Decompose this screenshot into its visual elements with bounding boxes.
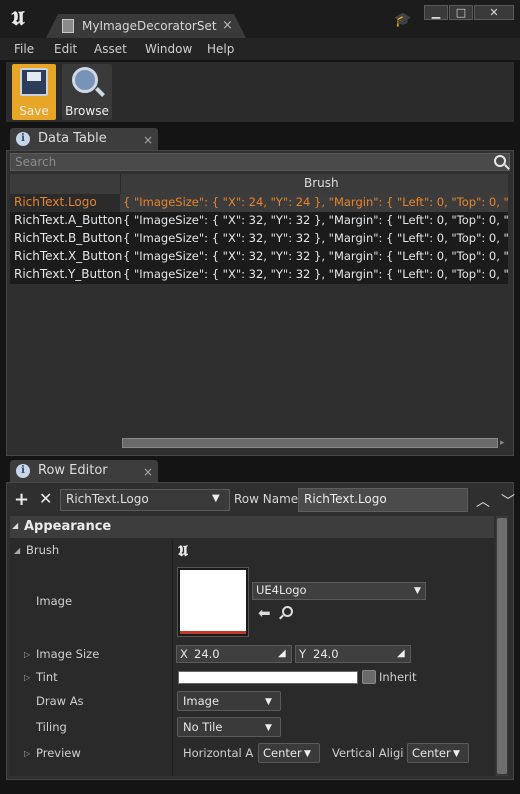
image-size-y-label: Y [299, 647, 307, 661]
row-name-value: RichText.Logo [304, 492, 387, 506]
draw-as-value: Image [183, 694, 220, 708]
prop-preview-label: Preview [36, 746, 81, 760]
collapse-arrow-icon[interactable]: ◢ [14, 546, 20, 555]
search-icon[interactable] [494, 155, 506, 167]
chevron-down-icon: ▼ [265, 723, 272, 733]
inherit-checkbox[interactable] [362, 670, 376, 684]
row-name: RichText.X_Button [14, 249, 123, 263]
table-row[interactable]: RichText.A_Button { "ImageSize": { "X": … [10, 212, 508, 230]
column-header-brush[interactable]: Brush [304, 176, 339, 190]
prop-brush-label: Brush [26, 543, 60, 557]
menu-window[interactable]: Window [145, 42, 192, 56]
chevron-down-icon: ▼ [414, 586, 421, 596]
horizontal-alignment-value: Center [263, 746, 302, 760]
tint-color-swatch[interactable] [178, 671, 358, 684]
row-select-value: RichText.Logo [66, 492, 149, 506]
expand-arrow-icon[interactable]: ▷ [24, 749, 30, 758]
prop-tint-label: Tint [36, 670, 58, 684]
menu-bar [0, 38, 520, 60]
graduation-cap-icon[interactable]: 🎓 [394, 12, 411, 28]
texture-type-bar [180, 631, 246, 634]
menu-help[interactable]: Help [207, 42, 234, 56]
minimize-button[interactable]: ▁ [424, 5, 448, 20]
collapse-arrow-icon[interactable]: ◢ [12, 521, 18, 530]
drag-handle-icon: ◢ [397, 648, 405, 659]
inherit-label: Inherit [379, 670, 417, 684]
column-splitter[interactable] [172, 540, 173, 776]
browse-label: Browse [65, 104, 109, 118]
unreal-logo-icon: 𝖀 [178, 542, 188, 560]
document-tab-close-icon[interactable]: × [222, 18, 233, 33]
row-brush-value: { "ImageSize": { "X": 32, "Y": 32 }, "Ma… [123, 231, 508, 245]
tab-data-table-close-icon[interactable]: × [143, 133, 153, 147]
image-size-x-label: X [180, 647, 188, 661]
table-row[interactable]: RichText.B_Button { "ImageSize": { "X": … [10, 230, 508, 248]
image-size-x-value: 24.0 [194, 647, 220, 661]
search-placeholder: Search [15, 155, 57, 169]
row-brush-value: { "ImageSize": { "X": 32, "Y": 32 }, "Ma… [123, 267, 508, 281]
maximize-button[interactable]: □ [449, 5, 473, 20]
row-name-label: Row Name: [234, 492, 303, 506]
table-row[interactable]: RichText.Y_Button { "ImageSize": { "X": … [10, 266, 508, 284]
move-row-up-icon[interactable]: ︿ [476, 491, 490, 511]
row-name: RichText.Y_Button [14, 267, 122, 281]
info-icon: i [16, 132, 30, 146]
row-name: RichText.B_Button [14, 231, 123, 245]
expand-arrow-icon[interactable]: ▷ [24, 650, 30, 659]
horizontal-alignment-label: Horizontal A [183, 746, 254, 760]
datatable-asset-icon [62, 19, 74, 33]
use-selected-arrow-icon[interactable]: ⬅ [258, 604, 271, 622]
document-tab-label: MyImageDecoratorSet [82, 19, 217, 33]
vertical-scroll-thumb[interactable] [497, 518, 507, 774]
prop-image-size-label: Image Size [36, 647, 100, 661]
table-row[interactable]: RichText.Logo { "ImageSize": { "X": 24, … [10, 194, 508, 212]
horizontal-scrollbar[interactable] [122, 438, 498, 448]
category-label: Appearance [24, 519, 112, 534]
prop-tiling-label: Tiling [36, 720, 67, 734]
tiling-value: No Tile [183, 720, 223, 734]
row-name: RichText.Logo [14, 195, 97, 209]
add-row-icon[interactable]: + [14, 489, 29, 510]
tab-row-editor-close-icon[interactable]: × [143, 465, 153, 479]
table-header [10, 174, 508, 194]
column-divider[interactable] [120, 174, 121, 194]
save-label: Save [19, 104, 49, 118]
search-input[interactable] [10, 153, 510, 171]
row-name: RichText.A_Button [14, 213, 123, 227]
menu-edit[interactable]: Edit [54, 42, 77, 56]
vertical-alignment-value: Center [412, 746, 451, 760]
menu-file[interactable]: File [14, 42, 34, 56]
prop-image-label: Image [36, 594, 73, 608]
save-button[interactable]: Save [12, 64, 56, 120]
magnifier-icon [72, 67, 98, 93]
close-window-button[interactable]: ✕ [474, 5, 514, 20]
prop-draw-as-label: Draw As [36, 694, 84, 708]
row-brush-value: { "ImageSize": { "X": 32, "Y": 32 }, "Ma… [123, 213, 508, 227]
chevron-down-icon: ▼ [304, 749, 311, 759]
drag-handle-icon: ◢ [278, 648, 286, 659]
browse-button[interactable]: Browse [62, 64, 112, 120]
expand-arrow-icon[interactable]: ▷ [24, 673, 30, 682]
info-icon: i [16, 464, 30, 478]
chevron-down-icon: ▼ [453, 749, 460, 759]
save-disk-icon [20, 68, 48, 96]
row-brush-value: { "ImageSize": { "X": 32, "Y": 32 }, "Ma… [123, 249, 508, 263]
scroll-right-icon[interactable]: ▸ [500, 438, 505, 448]
image-size-y-value: 24.0 [313, 647, 339, 661]
chevron-down-icon: ▼ [212, 493, 220, 504]
chevron-down-icon: ▼ [265, 697, 272, 707]
tab-row-editor-label: Row Editor [38, 463, 108, 478]
move-row-down-icon[interactable]: ﹀ [501, 491, 515, 511]
tab-data-table-label: Data Table [38, 131, 107, 146]
delete-row-icon[interactable]: ✕ [39, 489, 52, 508]
row-brush-value: { "ImageSize": { "X": 24, "Y": 24 }, "Ma… [120, 194, 508, 212]
menu-asset[interactable]: Asset [94, 42, 127, 56]
image-thumbnail[interactable] [178, 568, 248, 636]
browse-asset-icon[interactable] [282, 606, 293, 617]
vertical-alignment-label: Vertical Aligi [332, 746, 404, 760]
unreal-logo-icon[interactable]: 𝖀 [6, 6, 30, 30]
table-row[interactable]: RichText.X_Button { "ImageSize": { "X": … [10, 248, 508, 266]
image-asset-value: UE4Logo [256, 583, 307, 597]
